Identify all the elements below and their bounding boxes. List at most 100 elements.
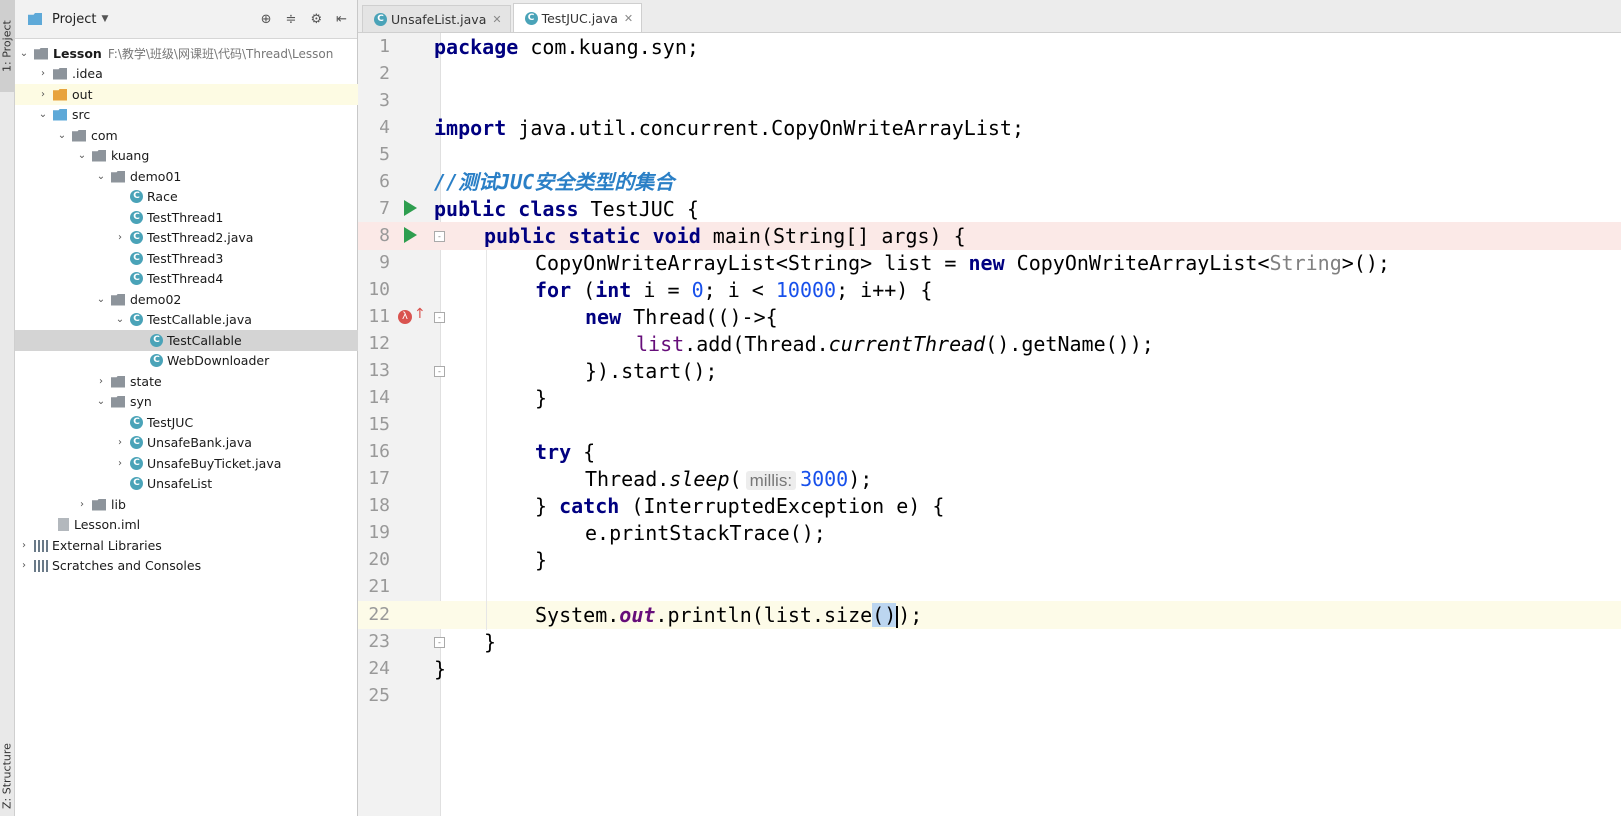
lambda-icon[interactable]: λ: [398, 310, 412, 324]
tree-item[interactable]: ⌄ src: [15, 104, 378, 125]
class-icon: C: [130, 477, 143, 490]
code-line-19[interactable]: e.printStackTrace();: [585, 519, 826, 547]
tree-item[interactable]: › .idea: [15, 63, 378, 84]
line-number: 2: [379, 63, 390, 84]
code-line-6[interactable]: //测试JUC安全类型的集合: [434, 168, 674, 196]
chevron-right-icon[interactable]: ›: [17, 540, 31, 551]
line-number: 18: [368, 495, 390, 516]
line-number: 22: [368, 604, 390, 625]
close-icon[interactable]: ✕: [624, 12, 633, 25]
package-icon: [111, 375, 125, 388]
tree-item[interactable]: › out: [15, 84, 378, 105]
locate-icon[interactable]: ⊕: [261, 12, 272, 27]
project-view-selector[interactable]: Project ▼: [25, 12, 108, 27]
scratches-icon: [34, 559, 48, 572]
source-folder-icon: [53, 108, 67, 121]
package-icon: [111, 170, 125, 183]
chevron-down-icon[interactable]: ⌄: [113, 314, 127, 325]
line-number: 24: [368, 658, 390, 679]
code-line-12[interactable]: list.add(Thread.currentThread().getName(…: [636, 330, 1154, 358]
fold-icon[interactable]: -: [434, 231, 445, 242]
code-line-14[interactable]: }: [535, 384, 547, 412]
chevron-down-icon: ▼: [101, 14, 109, 24]
parameter-hint: millis:: [745, 471, 797, 490]
code-line-7[interactable]: public class TestJUC {: [434, 195, 699, 223]
line-number: 4: [379, 117, 390, 138]
code-line-16[interactable]: try {: [535, 438, 595, 466]
code-line-10[interactable]: for (int i = 0; i < 10000; i++) {: [535, 276, 932, 304]
code-line-8[interactable]: public static void main(String[] args) {: [484, 222, 966, 250]
code-line-9[interactable]: CopyOnWriteArrayList<String> list = new …: [535, 249, 1390, 277]
code-line-23[interactable]: }: [484, 628, 496, 656]
line-number: 14: [368, 387, 390, 408]
line-number: 7: [379, 198, 390, 219]
line-number: 6: [379, 171, 390, 192]
chevron-down-icon[interactable]: ⌄: [94, 396, 108, 407]
structure-tool-tab[interactable]: Z: Structure: [0, 736, 14, 816]
tree-item[interactable]: ⌄ kuang: [15, 145, 417, 166]
line-number: 15: [368, 414, 390, 435]
excluded-folder-icon: [53, 88, 67, 101]
package-icon: [72, 129, 86, 142]
indent-guide: [486, 250, 487, 630]
chevron-down-icon[interactable]: ⌄: [17, 48, 31, 59]
hide-panel-icon[interactable]: ⇤: [336, 12, 347, 27]
line-number: 1: [379, 36, 390, 57]
code-line-22[interactable]: System.out.println(list.size());: [535, 601, 922, 629]
chevron-right-icon[interactable]: ›: [113, 437, 127, 448]
folder-icon: [53, 67, 67, 80]
fold-icon[interactable]: -: [434, 312, 445, 323]
chevron-down-icon[interactable]: ⌄: [94, 171, 108, 182]
chevron-down-icon[interactable]: ⌄: [55, 130, 69, 141]
code-line-1[interactable]: package com.kuang.syn;: [434, 33, 699, 61]
code-line-13[interactable]: }).start();: [585, 357, 717, 385]
code-line-24[interactable]: }: [434, 655, 446, 683]
code-line-4[interactable]: import java.util.concurrent.CopyOnWriteA…: [434, 114, 1024, 142]
run-class-icon[interactable]: [404, 200, 417, 216]
line-number: 13: [368, 360, 390, 381]
editor-tabs: C UnsafeList.java ✕ C TestJUC.java ✕: [358, 0, 1621, 33]
tree-item[interactable]: › Scratches and Consoles: [15, 555, 359, 576]
chevron-right-icon[interactable]: ›: [36, 89, 50, 100]
class-icon: C: [130, 252, 143, 265]
project-tool-tab[interactable]: 1: Project: [0, 0, 14, 92]
override-arrow-icon[interactable]: ↑: [414, 306, 426, 322]
chevron-right-icon[interactable]: ›: [75, 499, 89, 510]
fold-icon[interactable]: -: [434, 366, 445, 377]
tree-item[interactable]: ⌄ com: [15, 125, 397, 146]
chevron-down-icon[interactable]: ⌄: [36, 109, 50, 120]
chevron-down-icon[interactable]: ⌄: [94, 294, 108, 305]
line-number: 20: [368, 549, 390, 570]
chevron-down-icon[interactable]: ⌄: [75, 150, 89, 161]
tree-item[interactable]: ⌄ Lesson F:\教学\班级\网课班\代码\Thread\Lesson: [15, 43, 359, 64]
code-line-17[interactable]: Thread.sleep(millis: 3000);: [585, 465, 872, 495]
code-line-11[interactable]: new Thread(()->{: [585, 303, 778, 331]
class-icon: C: [524, 11, 538, 25]
chevron-right-icon[interactable]: ›: [94, 376, 108, 387]
run-main-icon[interactable]: [404, 227, 417, 243]
tab-testjuc[interactable]: C TestJUC.java ✕: [512, 3, 643, 32]
tree-item[interactable]: › External Libraries: [15, 535, 359, 556]
libraries-icon: [34, 539, 48, 552]
fold-icon[interactable]: -: [434, 637, 445, 648]
chevron-right-icon[interactable]: ›: [113, 232, 127, 243]
line-number: 19: [368, 522, 390, 543]
chevron-right-icon[interactable]: ›: [36, 68, 50, 79]
line-number: 11: [368, 306, 390, 327]
close-icon[interactable]: ✕: [492, 13, 501, 26]
chevron-right-icon[interactable]: ›: [17, 560, 31, 571]
class-icon: C: [130, 416, 143, 429]
line-number: 16: [368, 441, 390, 462]
tree-item[interactable]: › lib: [15, 494, 417, 515]
line-number: 23: [368, 631, 390, 652]
chevron-right-icon[interactable]: ›: [113, 458, 127, 469]
code-line-20[interactable]: }: [535, 546, 547, 574]
gear-icon[interactable]: ⚙: [310, 12, 322, 27]
code-line-18[interactable]: } catch (InterruptedException e) {: [535, 492, 944, 520]
tree-item[interactable]: Lesson.iml: [15, 514, 397, 535]
project-panel-header: Project ▼ ⊕ ≑ ⚙ ⇤: [15, 0, 357, 39]
collapse-all-icon[interactable]: ≑: [286, 12, 297, 27]
tab-unsafelist[interactable]: C UnsafeList.java ✕: [362, 5, 511, 32]
package-icon: [92, 149, 106, 162]
folder-icon: [92, 498, 106, 511]
